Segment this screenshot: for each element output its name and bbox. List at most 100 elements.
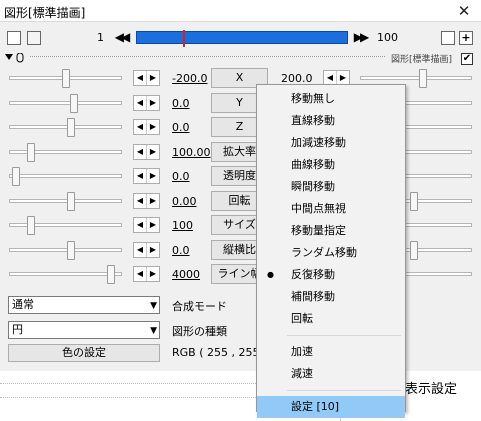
- param-start-value[interactable]: 0.0: [172, 121, 190, 134]
- decrement-icon[interactable]: ◀: [134, 71, 147, 85]
- left-spin-buttons[interactable]: ◀ ▶: [133, 217, 160, 233]
- refresh-icon[interactable]: [441, 31, 455, 45]
- menu-item[interactable]: 瞬間移動: [257, 176, 405, 198]
- left-slider-track[interactable]: [9, 199, 122, 203]
- menu-item-settings[interactable]: 設定 [10]: [257, 396, 405, 418]
- increment-icon[interactable]: ▶: [147, 194, 159, 208]
- menu-item[interactable]: 曲線移動: [257, 154, 405, 176]
- left-slider-track[interactable]: [9, 150, 122, 154]
- fast-forward-icon: ▶▶: [353, 30, 370, 44]
- increment-icon[interactable]: ▶: [147, 169, 159, 183]
- increment-icon[interactable]: ▶: [147, 145, 159, 159]
- left-slider-track[interactable]: [9, 248, 122, 252]
- increment-icon[interactable]: ▶: [337, 71, 349, 85]
- param-start-value[interactable]: -200.0: [172, 72, 207, 85]
- left-spin-buttons[interactable]: ◀ ▶: [133, 168, 160, 184]
- title-bar: 図形[標準描画] ✕: [0, 0, 481, 22]
- decrement-icon[interactable]: ◀: [324, 71, 337, 85]
- menu-item[interactable]: 直線移動: [257, 110, 405, 132]
- decrement-icon[interactable]: ◀: [134, 96, 147, 110]
- increment-icon[interactable]: ▶: [147, 71, 159, 85]
- menu-item[interactable]: 加減速移動: [257, 132, 405, 154]
- increment-icon[interactable]: ▶: [147, 243, 159, 257]
- menu-item-decel[interactable]: 減速: [257, 363, 405, 385]
- increment-icon[interactable]: ▶: [147, 218, 159, 232]
- param-start-value[interactable]: 0.0: [172, 97, 190, 110]
- left-spin-buttons[interactable]: ◀ ▶: [133, 193, 160, 209]
- menu-item-label: 加速: [291, 345, 313, 358]
- param-start-value[interactable]: 100.00: [172, 146, 211, 159]
- frame-end: 100: [377, 31, 398, 44]
- decrement-icon[interactable]: ◀: [134, 169, 147, 183]
- add-filter-button[interactable]: +: [459, 31, 473, 45]
- left-slider-thumb[interactable]: [67, 192, 75, 211]
- decrement-icon[interactable]: ◀: [134, 243, 147, 257]
- collapse-arrow-icon[interactable]: [5, 53, 27, 63]
- left-slider-track[interactable]: [9, 101, 122, 105]
- left-spin-buttons[interactable]: ◀ ▶: [133, 95, 160, 111]
- right-slider-thumb[interactable]: [410, 241, 418, 260]
- timeline-bar[interactable]: [136, 30, 348, 47]
- right-slider-track[interactable]: [360, 76, 472, 80]
- display-settings-label[interactable]: 表示設定: [405, 378, 457, 397]
- menu-item-label: 減速: [291, 367, 313, 380]
- decrement-icon[interactable]: ◀: [134, 145, 147, 159]
- object-enable-checkbox[interactable]: ✔: [461, 53, 473, 65]
- left-slider-thumb[interactable]: [27, 143, 35, 162]
- increment-icon[interactable]: ▶: [147, 96, 159, 110]
- param-start-value[interactable]: 0.00: [172, 195, 197, 208]
- param-start-value[interactable]: 4000: [172, 268, 200, 281]
- left-spin-buttons[interactable]: ◀ ▶: [133, 242, 160, 258]
- prev-frame-button[interactable]: ◀◀: [113, 29, 131, 45]
- blend-mode-select[interactable]: 通常 ▼: [8, 296, 160, 314]
- decrement-icon[interactable]: ◀: [134, 267, 147, 281]
- left-slider-thumb[interactable]: [107, 265, 115, 284]
- left-slider-thumb[interactable]: [62, 69, 70, 88]
- menu-item[interactable]: 補間移動: [257, 286, 405, 308]
- menu-item-accel[interactable]: 加速: [257, 341, 405, 363]
- increment-icon[interactable]: ▶: [147, 267, 159, 281]
- menu-item[interactable]: 中間点無視: [257, 198, 405, 220]
- menu-item[interactable]: ランダム移動: [257, 242, 405, 264]
- left-spin-buttons[interactable]: ◀ ▶: [133, 266, 160, 282]
- menu-item-label: 移動無し: [291, 92, 335, 105]
- param-start-value[interactable]: 0.0: [172, 244, 190, 257]
- next-frame-button[interactable]: ▶▶: [352, 29, 370, 45]
- camera-icon[interactable]: [7, 31, 21, 45]
- left-slider-track[interactable]: [9, 272, 122, 276]
- param-start-value[interactable]: 100: [172, 219, 193, 232]
- close-button[interactable]: ✕: [447, 0, 481, 22]
- menu-item-label: 移動量指定: [291, 224, 346, 237]
- decrement-icon[interactable]: ◀: [134, 218, 147, 232]
- left-slider-thumb[interactable]: [67, 241, 75, 260]
- color-settings-button[interactable]: 色の設定: [8, 344, 160, 362]
- decrement-icon[interactable]: ◀: [134, 120, 147, 134]
- menu-item-label: 中間点無視: [291, 202, 346, 215]
- decrement-icon[interactable]: ◀: [134, 194, 147, 208]
- menu-item-label: 加減速移動: [291, 136, 346, 149]
- timeline-cursor[interactable]: [183, 30, 185, 47]
- left-spin-buttons[interactable]: ◀ ▶: [133, 144, 160, 160]
- menu-item[interactable]: 移動量指定: [257, 220, 405, 242]
- left-slider-track[interactable]: [9, 174, 122, 178]
- left-spin-buttons[interactable]: ◀ ▶: [133, 70, 160, 86]
- left-slider-track[interactable]: [9, 125, 122, 129]
- right-slider-thumb[interactable]: [419, 69, 427, 88]
- rgb-readout: RGB ( 255 , 255 ,: [172, 346, 267, 359]
- rewind-icon: ◀◀: [114, 30, 131, 44]
- left-slider-thumb[interactable]: [27, 216, 35, 235]
- left-slider-track[interactable]: [9, 223, 122, 227]
- left-slider-thumb[interactable]: [12, 167, 20, 186]
- right-slider-thumb[interactable]: [410, 192, 418, 211]
- menu-item[interactable]: ● 反復移動: [257, 264, 405, 286]
- increment-icon[interactable]: ▶: [147, 120, 159, 134]
- left-slider-thumb[interactable]: [70, 94, 78, 113]
- left-spin-buttons[interactable]: ◀ ▶: [133, 119, 160, 135]
- param-start-value[interactable]: 0.0: [172, 170, 190, 183]
- layer-icon[interactable]: [27, 31, 41, 45]
- left-slider-thumb[interactable]: [67, 118, 75, 137]
- window-title: 図形[標準描画]: [4, 6, 86, 20]
- menu-item[interactable]: 回転: [257, 308, 405, 330]
- menu-item[interactable]: 移動無し: [257, 88, 405, 110]
- shape-type-select[interactable]: 円 ▼: [8, 321, 160, 339]
